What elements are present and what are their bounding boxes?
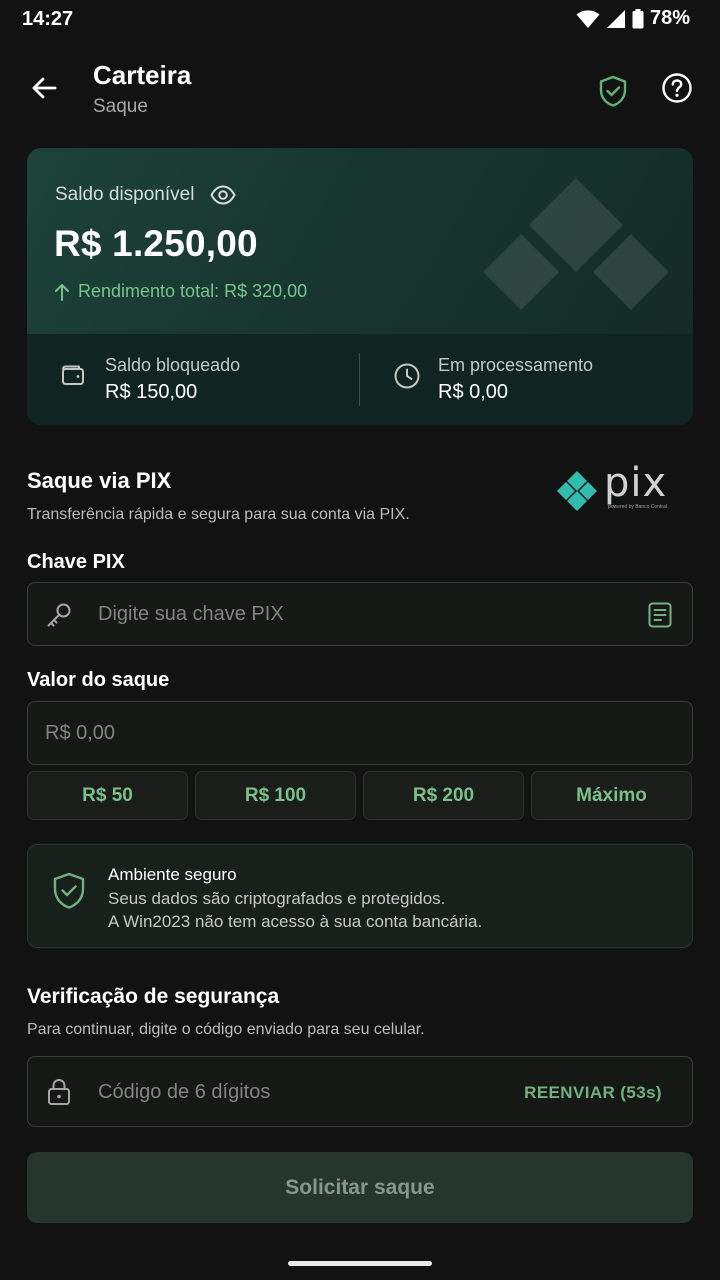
help-circle-icon <box>662 73 692 103</box>
contact-list-icon[interactable] <box>648 602 672 628</box>
yield-text: Rendimento total: R$ 320,00 <box>78 281 308 301</box>
verification-code-input[interactable]: Código de 6 dígitos REENVIAR (53s) <box>27 1056 693 1127</box>
verification-code-placeholder: Código de 6 dígitos <box>98 1081 271 1103</box>
eye-icon[interactable] <box>210 184 236 206</box>
status-time: 14:27 <box>22 8 74 30</box>
shield-check-icon <box>599 75 627 107</box>
help-button[interactable] <box>656 67 698 109</box>
pix-key-input[interactable]: Digite sua chave PIX <box>27 582 693 646</box>
request-withdrawal-button[interactable]: Solicitar saque <box>27 1152 693 1223</box>
secure-environment-notice: Ambiente seguro Seus dados são criptogra… <box>27 844 693 948</box>
clock-icon <box>394 363 420 389</box>
verification-description: Para continuar, digite o código enviado … <box>27 1021 425 1038</box>
security-button[interactable] <box>592 70 634 112</box>
pix-logo-text: pix <box>604 460 668 506</box>
secure-title: Ambiente seguro <box>108 865 237 884</box>
quick-amount-200[interactable]: R$ 200 <box>363 771 524 820</box>
battery-icon <box>632 8 644 28</box>
lock-icon <box>48 1078 70 1105</box>
blocked-balance: Saldo bloqueado R$ 150,00 <box>27 334 360 425</box>
balance-amount: R$ 1.250,00 <box>54 223 258 264</box>
secure-text-line-2: A Win2023 não tem acesso à sua conta ban… <box>108 912 483 931</box>
signal-icon <box>606 9 625 28</box>
pix-logo-icon <box>557 471 597 511</box>
status-icons: 78% <box>576 7 690 30</box>
home-indicator[interactable] <box>288 1261 432 1266</box>
battery-percent: 78% <box>649 7 690 29</box>
pix-section-description: Transferência rápida e segura para sua c… <box>27 506 410 523</box>
arrow-up-icon <box>55 283 69 301</box>
blocked-value: R$ 150,00 <box>105 381 198 403</box>
processing-balance: Em processamento R$ 0,00 <box>360 334 693 425</box>
balance-label: Saldo disponível <box>55 184 195 205</box>
wallet-icon <box>62 365 84 385</box>
back-button[interactable] <box>24 68 64 108</box>
quick-amount-50[interactable]: R$ 50 <box>27 771 188 820</box>
pix-logo-caption: powered by Banco Central <box>608 504 667 510</box>
blocked-label: Saldo bloqueado <box>105 355 241 375</box>
secure-text-line-1: Seus dados são criptografados e protegid… <box>108 889 446 908</box>
amount-label: Valor do saque <box>27 669 170 691</box>
resend-code-button[interactable]: REENVIAR (53s) <box>524 1083 662 1103</box>
quick-amount-max[interactable]: Máximo <box>531 771 692 820</box>
key-icon <box>47 603 71 627</box>
pix-watermark-icon <box>483 178 669 310</box>
card-divider <box>359 353 360 406</box>
page-title: Carteira <box>93 60 192 90</box>
balance-card: Saldo disponível R$ 1.250,00 Rendimento … <box>27 148 693 425</box>
processing-value: R$ 0,00 <box>438 381 509 403</box>
pix-key-placeholder: Digite sua chave PIX <box>98 603 284 625</box>
balance-details: Saldo bloqueado R$ 150,00 Em processamen… <box>27 334 693 425</box>
pix-logo: pix powered by Banco Central <box>556 460 680 514</box>
quick-amount-100[interactable]: R$ 100 <box>195 771 356 820</box>
arrow-left-icon <box>32 77 57 99</box>
status-bar: 14:27 78% <box>0 0 720 38</box>
pix-section-title: Saque via PIX <box>27 468 172 493</box>
processing-label: Em processamento <box>438 355 594 375</box>
pix-key-label: Chave PIX <box>27 551 125 573</box>
yield-row: Rendimento total: R$ 320,00 <box>54 281 307 302</box>
amount-placeholder: R$ 0,00 <box>45 722 116 744</box>
page-subtitle: Saque <box>93 96 148 117</box>
amount-input[interactable]: R$ 0,00 <box>27 701 693 765</box>
verification-title: Verificação de segurança <box>27 985 280 1008</box>
wifi-icon <box>576 9 600 28</box>
shield-check-icon <box>53 872 85 909</box>
